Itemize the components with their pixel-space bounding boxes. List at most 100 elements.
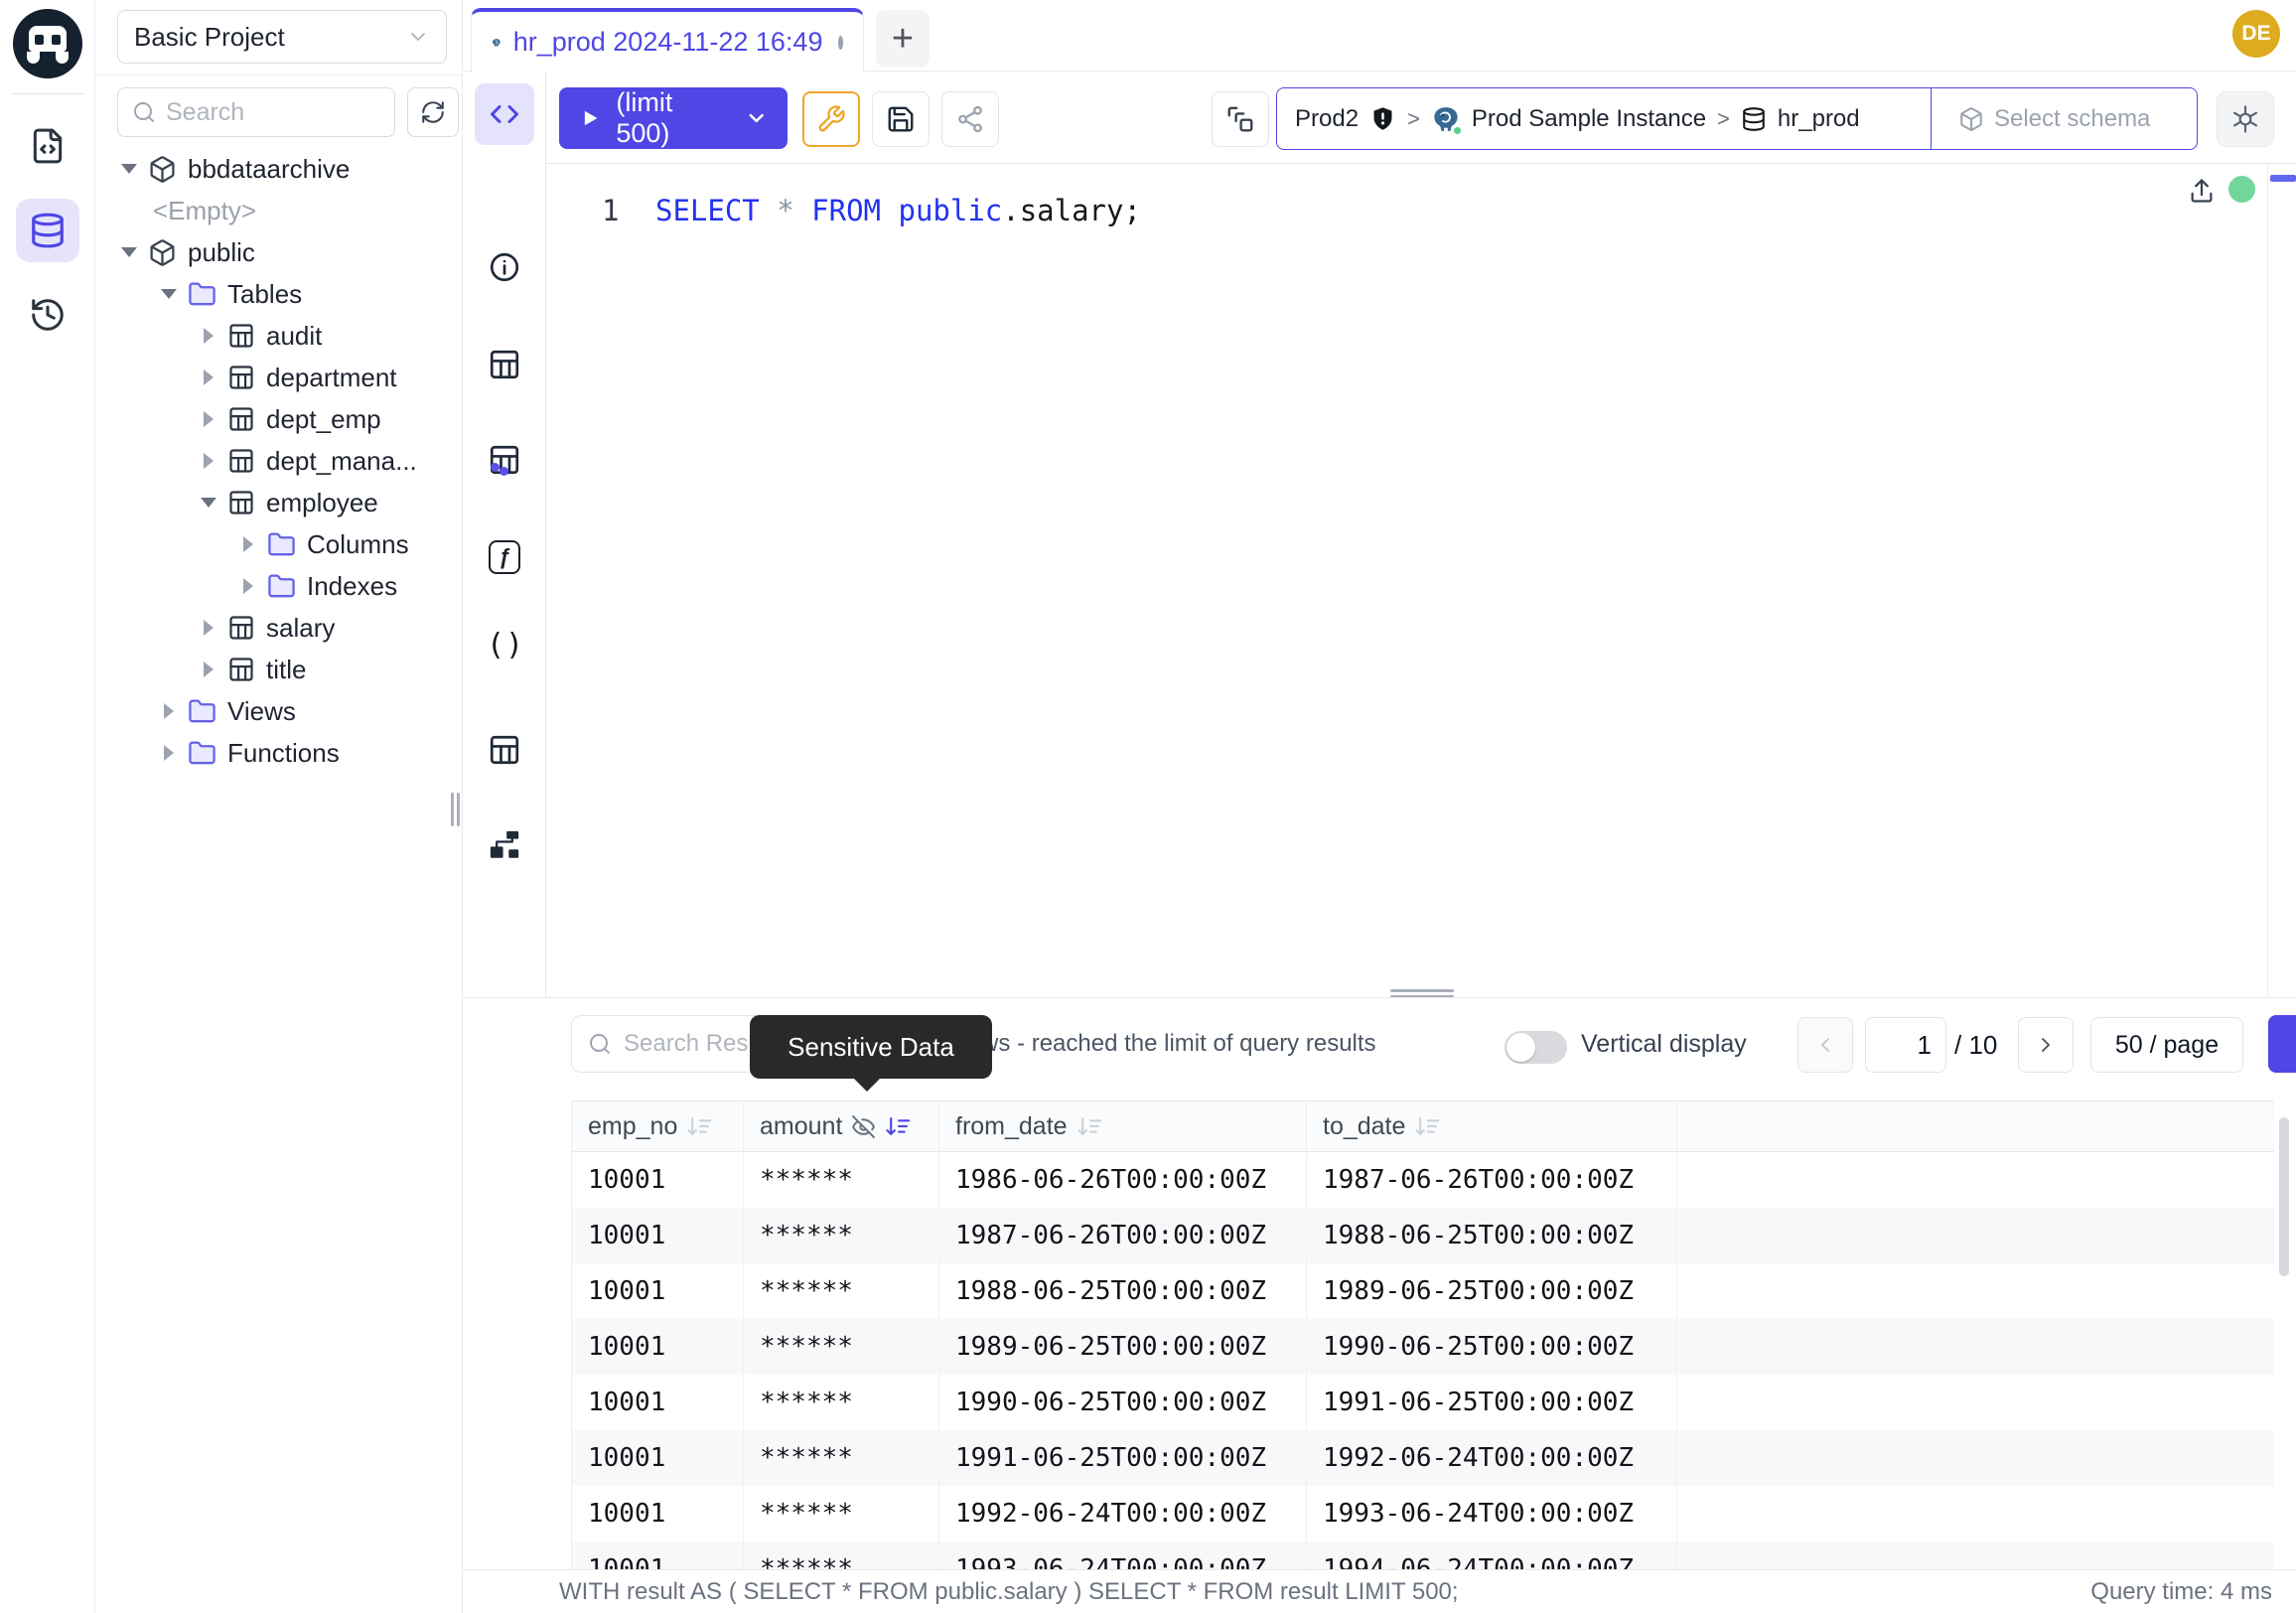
column-header-to-date[interactable]: to_date (1307, 1101, 1677, 1151)
column-header-emp-no[interactable]: emp_no (572, 1101, 744, 1151)
caret-right-icon[interactable] (240, 578, 256, 594)
cell[interactable]: 1990-06-25T00:00:00Z (1307, 1319, 1677, 1375)
cell-masked[interactable]: ****** (744, 1152, 939, 1208)
prev-page-button[interactable] (1797, 1017, 1853, 1073)
cell-masked[interactable]: ****** (744, 1486, 939, 1541)
caret-down-icon[interactable] (161, 289, 177, 299)
sort-icon[interactable] (686, 1113, 713, 1140)
sort-icon-active[interactable] (885, 1113, 912, 1140)
sort-icon[interactable] (1414, 1113, 1441, 1140)
export-button[interactable] (2268, 1015, 2296, 1073)
cell[interactable]: 10001 (572, 1263, 744, 1319)
caret-right-icon[interactable] (201, 411, 216, 427)
caret-down-icon[interactable] (121, 164, 137, 174)
caret-right-icon[interactable] (240, 536, 256, 552)
batch-query-button[interactable] (1212, 91, 1269, 147)
cell[interactable]: 1986-06-26T00:00:00Z (939, 1152, 1307, 1208)
tree-item-dept-manager[interactable]: dept_mana... (95, 440, 459, 482)
cell-masked[interactable]: ****** (744, 1208, 939, 1263)
cell[interactable]: 10001 (572, 1375, 744, 1430)
table-row[interactable]: 10001 ****** 1989-06-25T00:00:00Z 1990-0… (572, 1319, 2274, 1375)
external-tables-panel-icon[interactable] (488, 733, 521, 767)
ai-assistant-button[interactable] (2217, 91, 2274, 147)
caret-right-icon[interactable] (201, 661, 216, 677)
tree-item-audit[interactable]: audit (95, 315, 459, 357)
cell[interactable]: 10001 (572, 1486, 744, 1541)
page-size-select[interactable]: 50 / page (2090, 1017, 2243, 1073)
bytebase-logo[interactable] (13, 9, 82, 78)
tree-item-indexes[interactable]: Indexes (95, 565, 459, 607)
tree-item-tables[interactable]: Tables (95, 273, 459, 315)
cell[interactable]: 10001 (572, 1152, 744, 1208)
project-selector[interactable]: Basic Project (117, 10, 447, 64)
sql-editor[interactable]: 1 SELECT * FROM public.salary; (546, 163, 2296, 997)
tree-item-views[interactable]: Views (95, 690, 459, 732)
column-header-from-date[interactable]: from_date (939, 1101, 1307, 1151)
schema-diagram-panel-icon[interactable] (488, 828, 521, 862)
info-panel-icon[interactable] (488, 250, 521, 284)
functions-panel-icon[interactable]: ƒ (489, 540, 520, 574)
tree-item-bbdataarchive[interactable]: bbdataarchive (95, 148, 459, 190)
page-number-box[interactable] (1865, 1017, 1946, 1073)
cell-masked[interactable]: ****** (744, 1263, 939, 1319)
tree-item-columns[interactable]: Columns (95, 523, 459, 565)
rail-history-button[interactable] (16, 283, 79, 347)
page-number-input[interactable] (1866, 1018, 1945, 1072)
cell[interactable]: 1993-06-24T00:00:00Z (1307, 1486, 1677, 1541)
worksheet-panel-button[interactable] (475, 83, 534, 145)
cell[interactable]: 1991-06-25T00:00:00Z (939, 1430, 1307, 1486)
sidebar-search-input[interactable] (166, 98, 364, 127)
table-row[interactable]: 10001 ****** 1987-06-26T00:00:00Z 1988-0… (572, 1208, 2274, 1263)
cell[interactable]: 1988-06-25T00:00:00Z (939, 1263, 1307, 1319)
cell[interactable]: 1987-06-26T00:00:00Z (1307, 1152, 1677, 1208)
tree-item-dept-emp[interactable]: dept_emp (95, 398, 459, 440)
tree-item-functions[interactable]: Functions (95, 732, 459, 774)
run-query-button[interactable]: (limit 500) (559, 87, 788, 149)
cell[interactable]: 1989-06-25T00:00:00Z (939, 1319, 1307, 1375)
schema-selector[interactable]: Select schema (1942, 105, 2179, 133)
tree-item-public[interactable]: public (95, 231, 459, 273)
table-row[interactable]: 10001 ****** 1991-06-25T00:00:00Z 1992-0… (572, 1430, 2274, 1486)
new-tab-button[interactable]: + (876, 10, 930, 68)
avatar[interactable]: DE (2232, 10, 2280, 58)
tree-item-salary[interactable]: salary (95, 607, 459, 649)
pane-resize-handle[interactable] (1390, 989, 1454, 998)
cell[interactable]: 1991-06-25T00:00:00Z (1307, 1375, 1677, 1430)
cell[interactable]: 10001 (572, 1430, 744, 1486)
caret-right-icon[interactable] (201, 453, 216, 469)
sensitive-tables-panel-icon[interactable] (488, 443, 521, 477)
tree-item-title[interactable]: title (95, 649, 459, 690)
share-sheet-button[interactable] (941, 91, 999, 147)
caret-right-icon[interactable] (201, 369, 216, 385)
tree-item-department[interactable]: department (95, 357, 459, 398)
cell[interactable]: 1992-06-24T00:00:00Z (1307, 1430, 1677, 1486)
connection-breadcrumb[interactable]: Prod2 > Prod Sample Instance > hr_prod S… (1276, 87, 2198, 150)
cell-masked[interactable]: ****** (744, 1430, 939, 1486)
vertical-display-toggle[interactable] (1505, 1031, 1567, 1064)
tables-panel-icon[interactable] (488, 348, 521, 381)
sidebar-resize-handle[interactable] (451, 793, 461, 826)
caret-right-icon[interactable] (201, 328, 216, 344)
cell[interactable]: 1990-06-25T00:00:00Z (939, 1375, 1307, 1430)
upload-sql-icon[interactable] (2188, 177, 2216, 205)
refresh-schema-button[interactable] (407, 87, 459, 137)
cell[interactable]: 10001 (572, 1208, 744, 1263)
cell-masked[interactable]: ****** (744, 1319, 939, 1375)
procedures-panel-icon[interactable]: () (487, 628, 524, 662)
sort-icon[interactable] (1076, 1113, 1103, 1140)
rail-worksheet-button[interactable] (16, 114, 79, 178)
caret-down-icon[interactable] (121, 247, 137, 257)
sidebar-search[interactable] (117, 87, 395, 137)
caret-right-icon[interactable] (201, 620, 216, 636)
cell[interactable]: 1989-06-25T00:00:00Z (1307, 1263, 1677, 1319)
table-row[interactable]: 10001 ****** 1990-06-25T00:00:00Z 1991-0… (572, 1375, 2274, 1430)
tab-hr-prod[interactable]: hr_prod 2024-11-22 16:49 (471, 8, 864, 73)
editor-scrollbar-gutter[interactable] (2267, 164, 2268, 996)
cell[interactable]: 1988-06-25T00:00:00Z (1307, 1208, 1677, 1263)
next-page-button[interactable] (2018, 1017, 2074, 1073)
caret-down-icon[interactable] (201, 498, 216, 508)
cell[interactable]: 1987-06-26T00:00:00Z (939, 1208, 1307, 1263)
cell-masked[interactable]: ****** (744, 1375, 939, 1430)
tree-item-employee[interactable]: employee (95, 482, 459, 523)
caret-right-icon[interactable] (161, 703, 177, 719)
